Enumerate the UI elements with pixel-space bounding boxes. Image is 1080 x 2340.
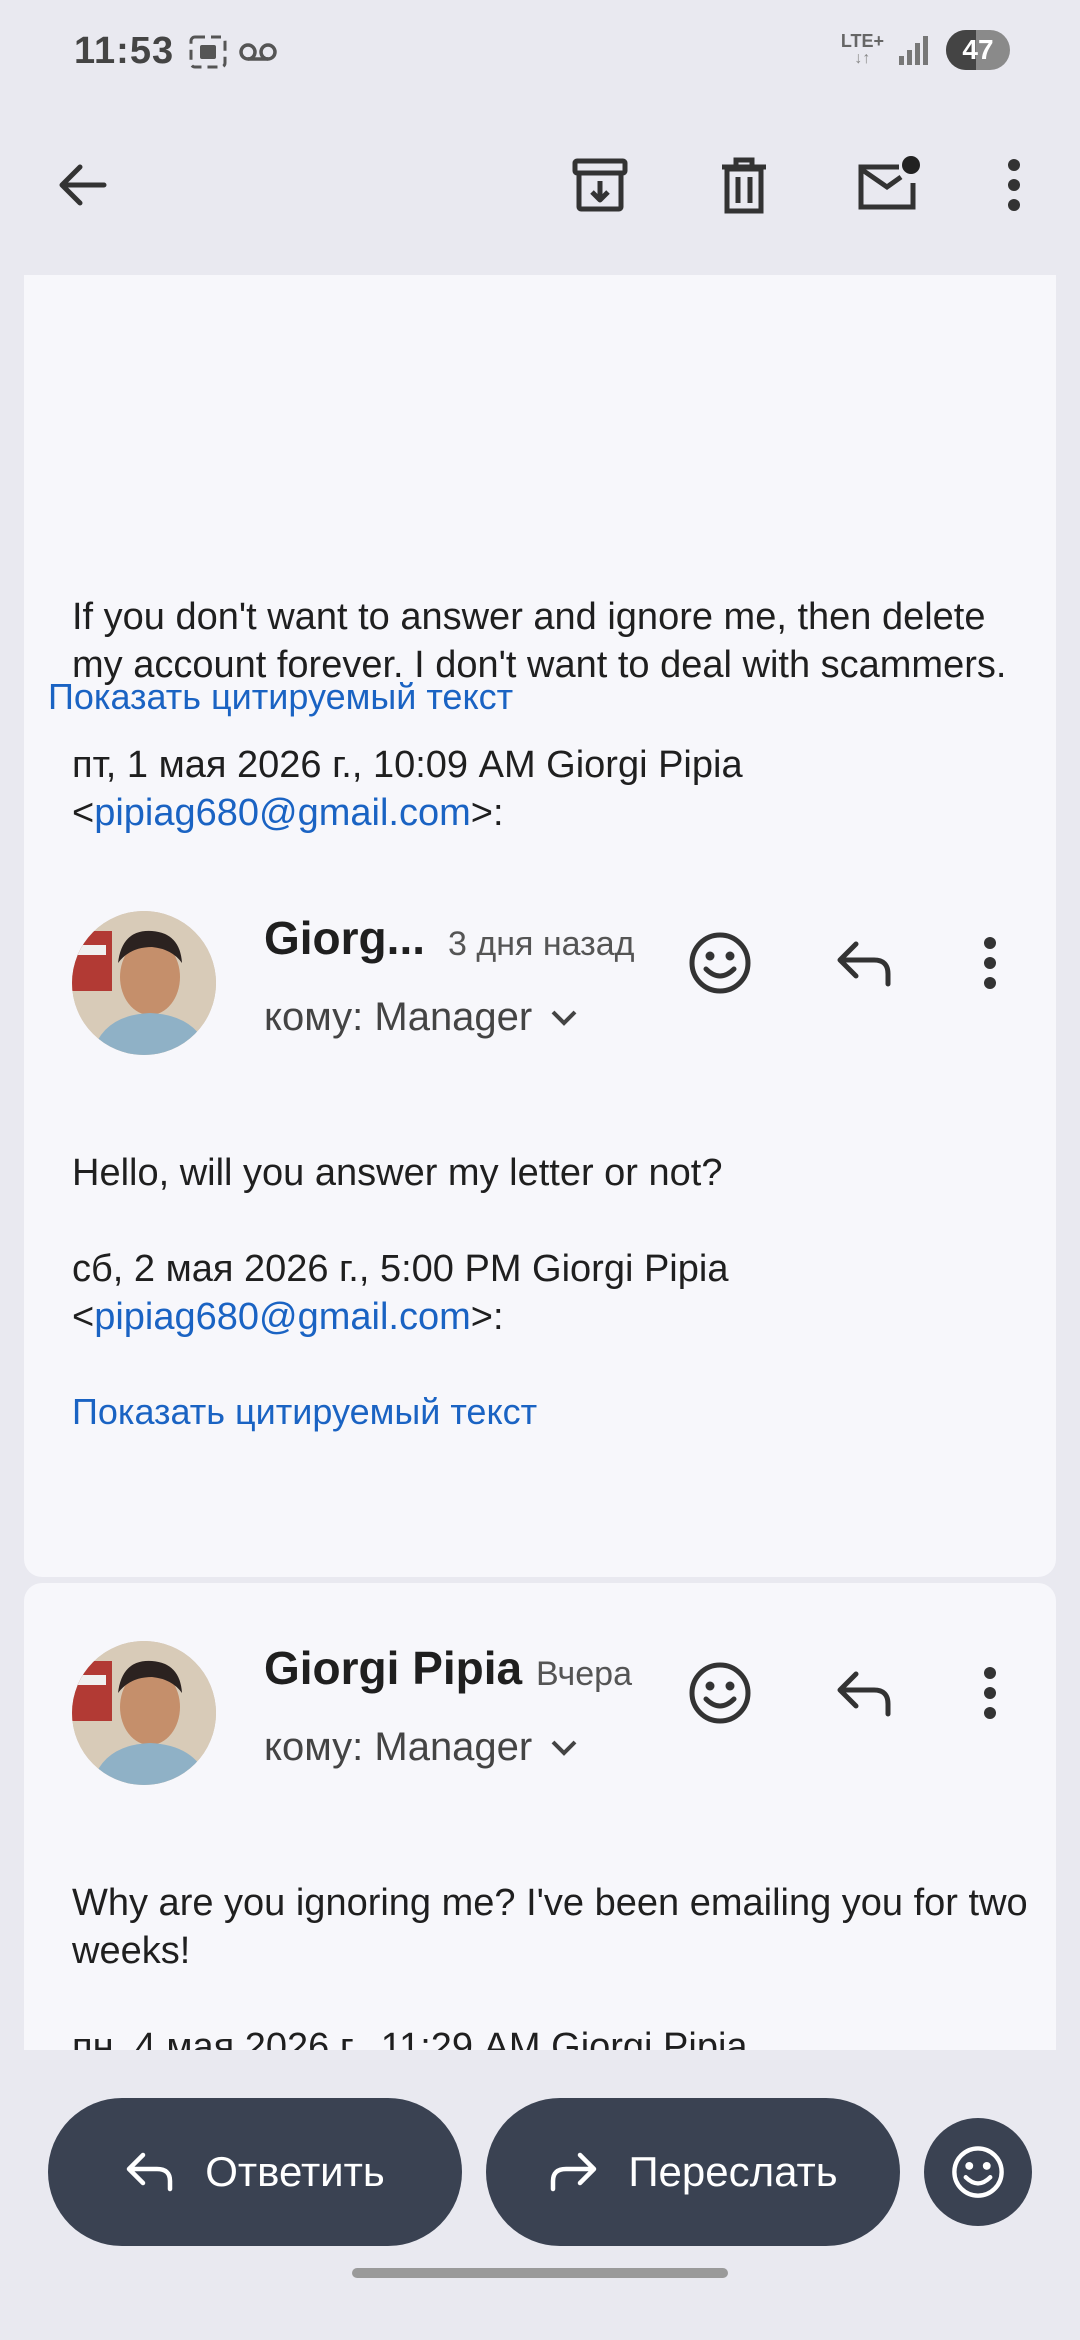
sender-name[interactable]: Giorgi Pipia [264,1641,522,1695]
voicemail-icon [239,43,277,61]
status-bar: 11:53 LTE+ ↓↑ 47 [0,0,1080,105]
recipients-label: кому: Manager [264,1725,533,1769]
show-quoted-text-link[interactable]: Показать цитируемый текст [48,676,513,718]
battery-indicator: 47 [946,30,1010,70]
avatar[interactable] [72,911,216,1055]
reply-icon [126,2152,173,2192]
chevron-down-icon [551,1740,577,1756]
emoji-icon [952,2146,1004,2198]
reply-button[interactable] [824,923,904,1003]
reply-button[interactable] [824,1653,904,1733]
sender-email-link[interactable]: pipiag680@gmail.com [94,1296,471,1338]
network-activity: ↓↑ [854,50,871,67]
recipients-label: кому: Manager [264,995,533,1039]
back-arrow-icon [59,164,107,206]
screen: 11:53 LTE+ ↓↑ 47 If you don't want to an… [0,0,1080,2340]
quote-header-text: сб, 2 мая 2026 г., 5:00 PM Giorgi Pipia [72,1248,729,1290]
more-vert-icon [1008,159,1020,211]
sender-name[interactable]: Giorg... [264,911,425,965]
quote-header-text: пн, 4 мая 2026 г., 11:29 AM Giorgi Pipia [72,2026,748,2050]
delete-icon [722,157,766,214]
quote-header: пт, 1 мая 2026 г., 10:09 AM Giorgi Pipia… [72,744,743,834]
forward-button[interactable]: Переслать [486,2098,900,2246]
message-body: If you don't want to answer and ignore m… [72,596,1007,686]
sender-email-link[interactable]: pipiag680@gmail.com [94,792,471,834]
mark-unread-icon [858,156,920,210]
conversation-thread: If you don't want to answer and ignore m… [0,275,1080,2050]
forward-label: Переслать [628,2148,838,2195]
emoji-icon [689,932,751,994]
screenshot-icon [189,35,227,69]
quote-header: пн, 4 мая 2026 г., 11:29 AM Giorgi Pipia [72,2023,1032,2050]
reply-icon [837,1671,891,1717]
network-type: LTE+ ↓↑ [841,32,884,68]
battery-level: 47 [962,34,994,65]
message-more-button[interactable] [950,923,1030,1003]
back-button[interactable] [42,145,122,225]
add-reaction-button[interactable] [680,923,760,1003]
status-notification-icons [188,34,278,70]
message-date: Вчера [536,1655,632,1693]
reply-icon [837,941,891,987]
message-date: 3 дня назад [448,925,635,963]
gesture-nav-handle[interactable] [352,2268,728,2278]
archive-button[interactable] [560,145,640,225]
status-time: 11:53 [74,30,175,72]
avatar-photo [72,911,216,1055]
top-toolbar [0,105,1080,275]
avatar-photo [72,1641,216,1785]
reply-label: Ответить [205,2148,385,2195]
forward-icon [551,2152,597,2192]
react-button[interactable] [924,2118,1032,2226]
bottom-action-bar: Ответить Переслать [0,2050,1080,2340]
message-more-button[interactable] [950,1653,1030,1733]
signal-icon [899,36,928,65]
emoji-icon [689,1662,751,1724]
recipients-toggle[interactable]: кому: Manager [264,995,578,1040]
recipients-toggle[interactable]: кому: Manager [264,1725,578,1770]
message-card: Giorgi Pipia Вчера кому: Manager Why are… [24,1583,1056,2050]
archive-icon [572,158,628,212]
quote-header: сб, 2 мая 2026 г., 5:00 PM Giorgi Pipia <… [72,1248,729,1338]
message-body: Why are you ignoring me? I've been email… [72,1882,1028,1972]
more-vert-icon [984,1667,996,1719]
mark-unread-button[interactable] [848,145,928,225]
reply-all-button[interactable]: Ответить [48,2098,462,2246]
status-right-group: LTE+ ↓↑ 47 [841,30,1010,70]
network-label: LTE+ [840,31,884,51]
chevron-down-icon [551,1010,577,1026]
message-card: Giorg... 3 дня назад кому: Manager Hello… [24,853,1056,1577]
more-options-button[interactable] [974,145,1054,225]
avatar[interactable] [72,1641,216,1785]
quote-header-text: пт, 1 мая 2026 г., 10:09 AM Giorgi Pipia [72,744,743,786]
add-reaction-button[interactable] [680,1653,760,1733]
delete-button[interactable] [704,145,784,225]
more-vert-icon [984,937,996,989]
message-body: Hello, will you answer my letter or not? [72,1152,723,1194]
show-quoted-text-link[interactable]: Показать цитируемый текст [72,1391,537,1433]
